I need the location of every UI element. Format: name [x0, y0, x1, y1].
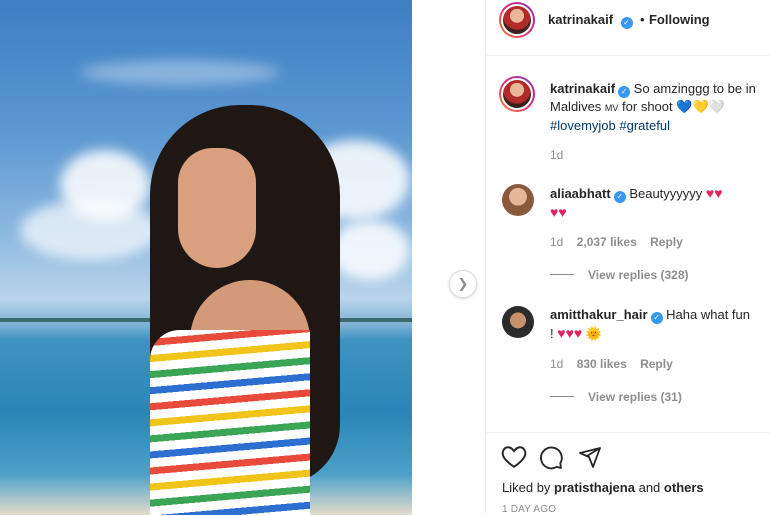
- comment-2: amitthakur_hair ✓ Haha what fun ! ♥♥♥ 🌞: [550, 306, 760, 343]
- caption-text-line2a: Maldives: [550, 99, 602, 114]
- verified-badge-icon: ✓: [620, 17, 633, 29]
- comment-text: Beautyyyyyy: [629, 186, 703, 201]
- post-side-panel: katrinakaif ✓ • Following katrinakaif ✓ S…: [485, 0, 770, 515]
- comment-time: 1d: [550, 357, 564, 371]
- comment-likes[interactable]: 830 likes: [577, 357, 627, 371]
- comment-avatar[interactable]: [502, 184, 534, 216]
- comment-hearts: ♥♥♥: [557, 325, 583, 341]
- post-time-ago[interactable]: 1 DAY AGO: [502, 504, 556, 515]
- caption-hearts: 💙💛🤍: [676, 99, 725, 114]
- post-photo[interactable]: [0, 0, 412, 515]
- comment-text: Haha what fun: [666, 307, 751, 322]
- comment-text-line2: !: [550, 326, 554, 341]
- share-icon[interactable]: [578, 445, 602, 469]
- liked-by-user[interactable]: pratisthajena: [554, 480, 635, 495]
- comment-1: aliaabhatt ✓ Beautyyyyyy ♥♥ ♥♥: [550, 184, 750, 222]
- liked-by-prefix: Liked by: [502, 480, 551, 495]
- comment-icon[interactable]: [539, 445, 564, 470]
- comment-hearts: ♥♥: [705, 185, 723, 201]
- caption-text-line1: So amzinggg to be in: [633, 81, 756, 96]
- heart-icon[interactable]: [501, 445, 527, 469]
- liked-by: Liked by pratisthajena and others: [502, 479, 704, 497]
- comment-time: 1d: [550, 235, 564, 249]
- comment-likes[interactable]: 2,037 likes: [577, 235, 637, 249]
- verified-badge-icon: ✓: [613, 191, 626, 203]
- author-avatar[interactable]: [499, 2, 535, 38]
- liked-by-and: and: [638, 480, 661, 495]
- comment-hearts: ♥♥: [550, 204, 567, 220]
- view-replies-button[interactable]: View replies (31): [588, 390, 682, 404]
- author-username[interactable]: katrinakaif: [548, 12, 613, 27]
- reply-button[interactable]: Reply: [650, 235, 683, 249]
- replies-divider: [550, 274, 574, 275]
- caption-avatar[interactable]: [499, 76, 535, 112]
- follow-separator: •: [639, 12, 645, 27]
- following-button[interactable]: Following: [649, 12, 710, 27]
- verified-badge-icon: ✓: [650, 312, 663, 324]
- caption-time: 1d: [550, 148, 564, 162]
- caption: katrinakaif ✓ So amzinggg to be in Maldiv…: [550, 80, 765, 135]
- caption-text-line2b: for shoot: [622, 99, 673, 114]
- post-actions: Liked by pratisthajena and others 1 DAY …: [486, 432, 770, 516]
- caption-username[interactable]: katrinakaif: [550, 81, 615, 96]
- comment-avatar[interactable]: [502, 306, 534, 338]
- view-replies-button[interactable]: View replies (328): [588, 268, 689, 282]
- hashtag-lovemyjob[interactable]: #lovemyjob: [550, 118, 616, 133]
- comment-username[interactable]: aliaabhatt: [550, 186, 611, 201]
- sun-emoji: 🌞: [585, 326, 602, 341]
- flag-mv: MV: [604, 103, 619, 113]
- chevron-right-icon: ❯: [457, 276, 469, 291]
- next-photo-button[interactable]: ❯: [449, 270, 477, 298]
- replies-divider: [550, 396, 574, 397]
- post-header: katrinakaif ✓ • Following: [486, 0, 770, 56]
- comment-username[interactable]: amitthakur_hair: [550, 307, 648, 322]
- liked-by-others[interactable]: others: [664, 480, 704, 495]
- verified-badge-icon: ✓: [618, 86, 631, 98]
- reply-button[interactable]: Reply: [640, 357, 673, 371]
- hashtag-grateful[interactable]: #grateful: [619, 118, 670, 133]
